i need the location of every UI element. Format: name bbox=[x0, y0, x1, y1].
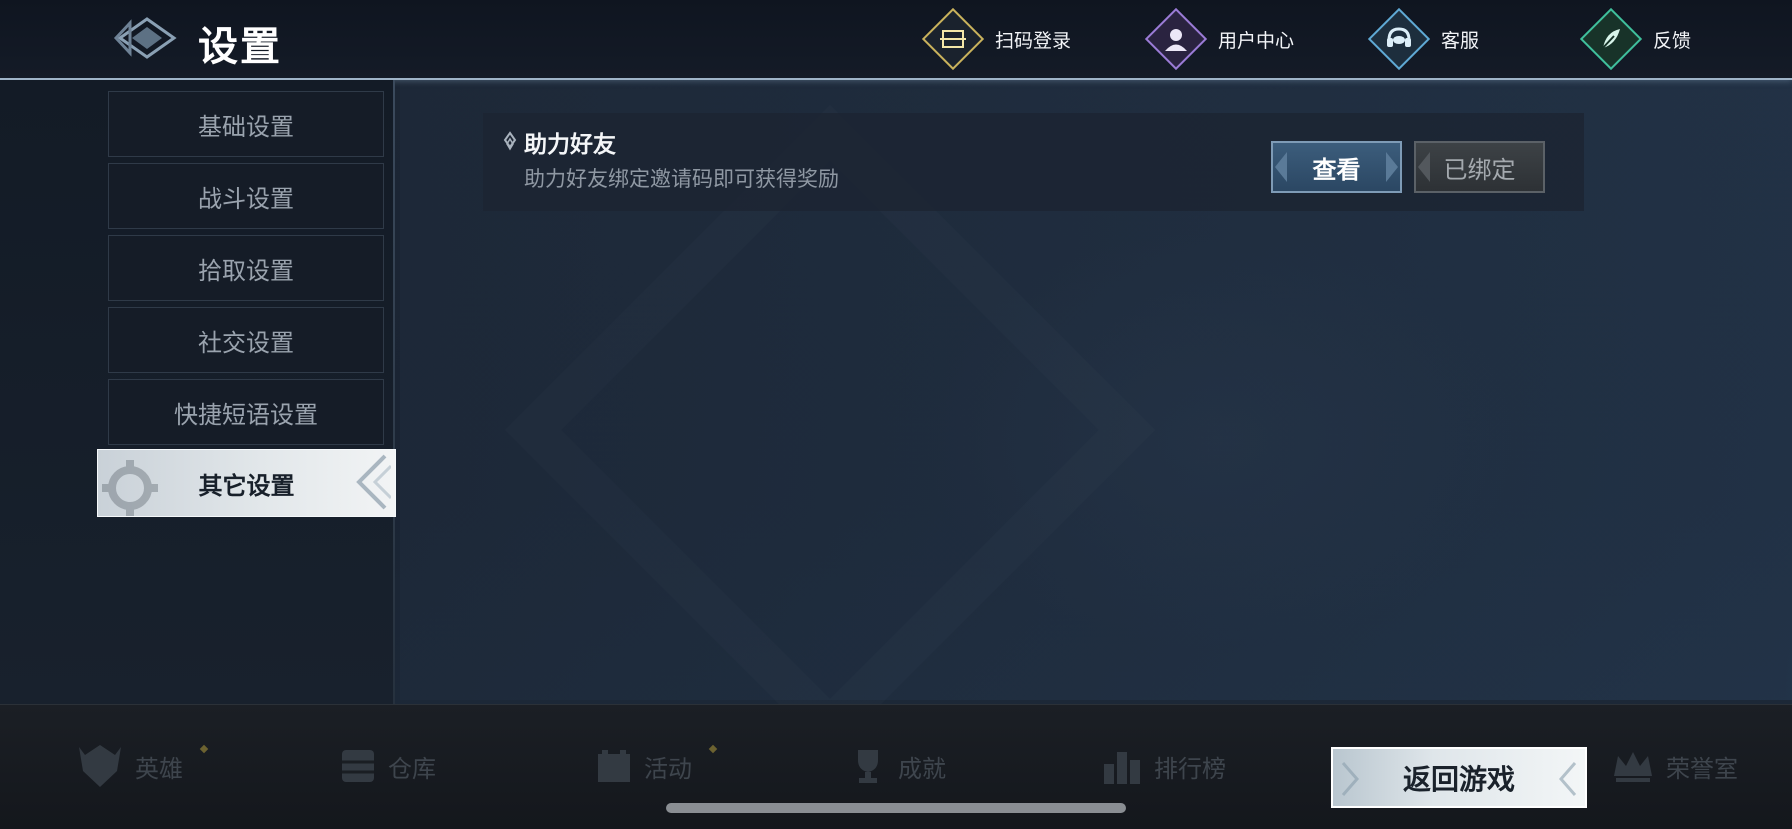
top-bar: 设置 扫码登录 用户中心 客服 反馈 bbox=[0, 0, 1792, 80]
customer-service-label: 客服 bbox=[1441, 29, 1480, 52]
sidebar-item-label: 战斗设置 bbox=[198, 184, 294, 213]
invite-friend-card: 助力好友 助力好友绑定邀请码即可获得奖励 查看 已绑定 bbox=[483, 113, 1584, 211]
invite-card-title: 助力好友 bbox=[524, 132, 616, 158]
bottom-nav-label: 仓库 bbox=[388, 754, 436, 783]
invite-card-description: 助力好友绑定邀请码即可获得奖励 bbox=[524, 167, 839, 191]
sidebar-item-quick-phrase-settings[interactable]: 快捷短语设置 bbox=[108, 379, 384, 445]
user-center-button[interactable]: 用户中心 bbox=[1144, 7, 1295, 71]
sidebar-item-basic-settings[interactable]: 基础设置 bbox=[108, 91, 384, 157]
customer-service-button[interactable]: 客服 bbox=[1367, 7, 1480, 71]
return-to-game-button[interactable]: 返回游戏 bbox=[1331, 747, 1587, 808]
bottom-nav-label: 荣誉室 bbox=[1666, 754, 1738, 783]
arrow-left-decor-icon bbox=[1418, 152, 1430, 182]
feather-icon bbox=[1579, 7, 1643, 71]
bottom-nav-achievements[interactable]: 成就 bbox=[848, 740, 946, 792]
scan-login-label: 扫码登录 bbox=[995, 29, 1072, 52]
bottom-nav-label: 活动 bbox=[644, 754, 692, 783]
settings-logo-icon bbox=[113, 17, 177, 59]
arrow-left-decor-icon bbox=[1275, 152, 1287, 182]
bottom-nav-label: 成就 bbox=[898, 754, 946, 783]
diamond-bullet-icon bbox=[503, 131, 517, 151]
ranking-icon bbox=[1104, 752, 1140, 784]
arrow-right-decor-icon bbox=[1386, 152, 1398, 182]
bottom-nav-label: 英雄 bbox=[135, 754, 183, 783]
bottom-nav-warehouse[interactable]: 仓库 bbox=[338, 740, 436, 792]
warehouse-icon bbox=[342, 750, 374, 782]
sidebar-item-label: 其它设置 bbox=[198, 471, 295, 500]
user-icon bbox=[1144, 7, 1208, 71]
sidebar-item-label: 拾取设置 bbox=[198, 256, 294, 285]
hero-helmet-icon bbox=[79, 745, 121, 787]
view-button[interactable]: 查看 bbox=[1271, 141, 1402, 193]
crown-icon bbox=[1614, 752, 1652, 782]
sidebar-item-label: 快捷短语设置 bbox=[174, 400, 318, 429]
bound-status-button[interactable]: 已绑定 bbox=[1414, 141, 1545, 193]
headset-icon bbox=[1367, 7, 1431, 71]
chevron-left-icon bbox=[356, 454, 391, 510]
feedback-button[interactable]: 反馈 bbox=[1579, 7, 1692, 71]
bottom-nav-activity[interactable]: 活动 bbox=[594, 740, 718, 792]
chevron-left-decor-icon bbox=[1559, 762, 1577, 796]
scan-login-button[interactable]: 扫码登录 bbox=[921, 7, 1072, 71]
bottom-nav-hall-of-honor[interactable]: 荣誉室 bbox=[1610, 740, 1738, 792]
sidebar-item-label: 基础设置 bbox=[198, 112, 294, 141]
sidebar-item-other-settings[interactable]: 其它设置 bbox=[97, 449, 396, 517]
bottom-nav-ranking[interactable]: 排行榜 bbox=[1100, 740, 1226, 792]
trophy-icon bbox=[858, 750, 878, 783]
gear-icon bbox=[102, 460, 158, 516]
bottom-nav-label: 排行榜 bbox=[1154, 754, 1226, 783]
feedback-label: 反馈 bbox=[1653, 29, 1692, 52]
activity-icon bbox=[598, 750, 630, 782]
qr-scan-icon bbox=[921, 7, 985, 71]
sidebar-item-combat-settings[interactable]: 战斗设置 bbox=[108, 163, 384, 229]
view-button-label: 查看 bbox=[1312, 155, 1361, 184]
bottom-nav-heroes[interactable]: 英雄 bbox=[75, 740, 209, 792]
chevron-right-decor-icon bbox=[1341, 762, 1359, 796]
sidebar-item-label: 社交设置 bbox=[198, 328, 294, 357]
sidebar-item-pickup-settings[interactable]: 拾取设置 bbox=[108, 235, 384, 301]
return-to-game-label: 返回游戏 bbox=[1402, 762, 1515, 796]
page-title: 设置 bbox=[198, 23, 282, 70]
sidebar-item-social-settings[interactable]: 社交设置 bbox=[108, 307, 384, 373]
bound-status-label: 已绑定 bbox=[1443, 155, 1516, 184]
home-indicator[interactable] bbox=[666, 803, 1126, 813]
user-center-label: 用户中心 bbox=[1218, 29, 1295, 52]
